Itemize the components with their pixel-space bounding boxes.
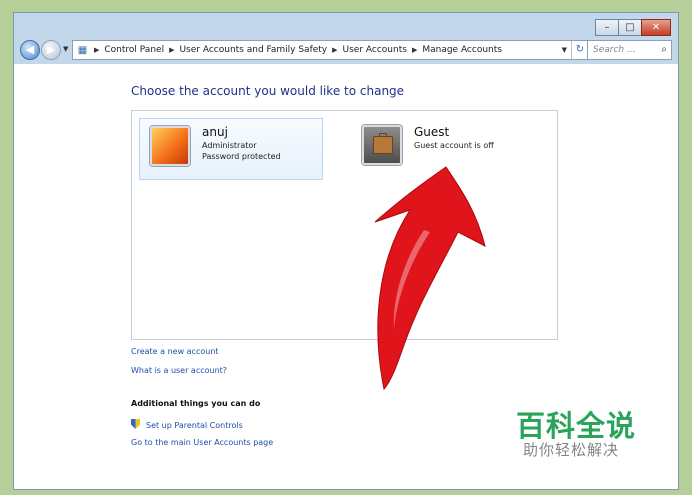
main-user-accounts-link[interactable]: Go to the main User Accounts page — [131, 438, 273, 447]
breadcrumb-manage-accounts[interactable]: Manage Accounts — [422, 45, 502, 55]
chevron-right-icon[interactable]: ▶ — [412, 46, 417, 54]
what-is-account-link[interactable]: What is a user account? — [131, 366, 227, 375]
title-bar: – □ ✕ — [14, 13, 678, 39]
chevron-right-icon[interactable]: ▶ — [94, 46, 99, 54]
page-title: Choose the account you would like to cha… — [131, 84, 405, 98]
address-bar[interactable]: ▦ ▶ Control Panel ▶ User Accounts and Fa… — [72, 40, 589, 60]
account-status: Password protected — [202, 152, 281, 161]
flower-avatar-icon — [150, 126, 190, 166]
address-dropdown-icon[interactable]: ▼ — [562, 46, 567, 54]
account-type: Administrator — [202, 141, 257, 150]
chevron-right-icon[interactable]: ▶ — [169, 46, 174, 54]
maximize-button[interactable]: □ — [618, 19, 642, 36]
navigation-bar: ◀ ▶ ▼ ▦ ▶ Control Panel ▶ User Accounts … — [14, 39, 678, 61]
parental-controls-link[interactable]: Set up Parental Controls — [131, 419, 243, 430]
guest-avatar-icon — [362, 125, 402, 165]
breadcrumb-user-accounts[interactable]: User Accounts — [343, 45, 407, 55]
search-placeholder: Search ... — [593, 45, 636, 55]
control-panel-icon: ▦ — [77, 44, 88, 56]
minimize-button[interactable]: – — [595, 19, 619, 36]
breadcrumb-user-accounts-family-safety[interactable]: User Accounts and Family Safety — [179, 45, 327, 55]
parental-controls-label: Set up Parental Controls — [146, 421, 243, 430]
create-account-link[interactable]: Create a new account — [131, 347, 219, 356]
account-name: Guest — [414, 125, 450, 139]
chevron-right-icon[interactable]: ▶ — [332, 46, 337, 54]
refresh-icon[interactable]: ↻ — [571, 41, 588, 59]
account-name: anuj — [202, 125, 228, 139]
back-button[interactable]: ◀ — [20, 40, 40, 60]
search-icon[interactable]: ⌕ — [661, 41, 667, 59]
breadcrumb-control-panel[interactable]: Control Panel — [104, 45, 164, 55]
watermark-subtitle: 助你轻松解决 — [523, 441, 620, 459]
shield-icon — [131, 419, 140, 429]
suitcase-icon — [373, 133, 393, 154]
caption-buttons: – □ ✕ — [595, 19, 671, 36]
account-tile-anuj[interactable]: anuj Administrator Password protected — [139, 118, 323, 180]
forward-button[interactable]: ▶ — [41, 40, 61, 60]
accounts-panel: anuj Administrator Password protected Gu… — [131, 110, 558, 340]
recent-pages-dropdown[interactable]: ▼ — [63, 45, 68, 53]
additional-things-heading: Additional things you can do — [131, 399, 261, 408]
account-tile-guest[interactable]: Guest Guest account is off — [362, 125, 494, 165]
close-button[interactable]: ✕ — [641, 19, 671, 36]
account-status: Guest account is off — [414, 141, 494, 150]
search-input[interactable]: Search ... ⌕ — [587, 40, 672, 60]
